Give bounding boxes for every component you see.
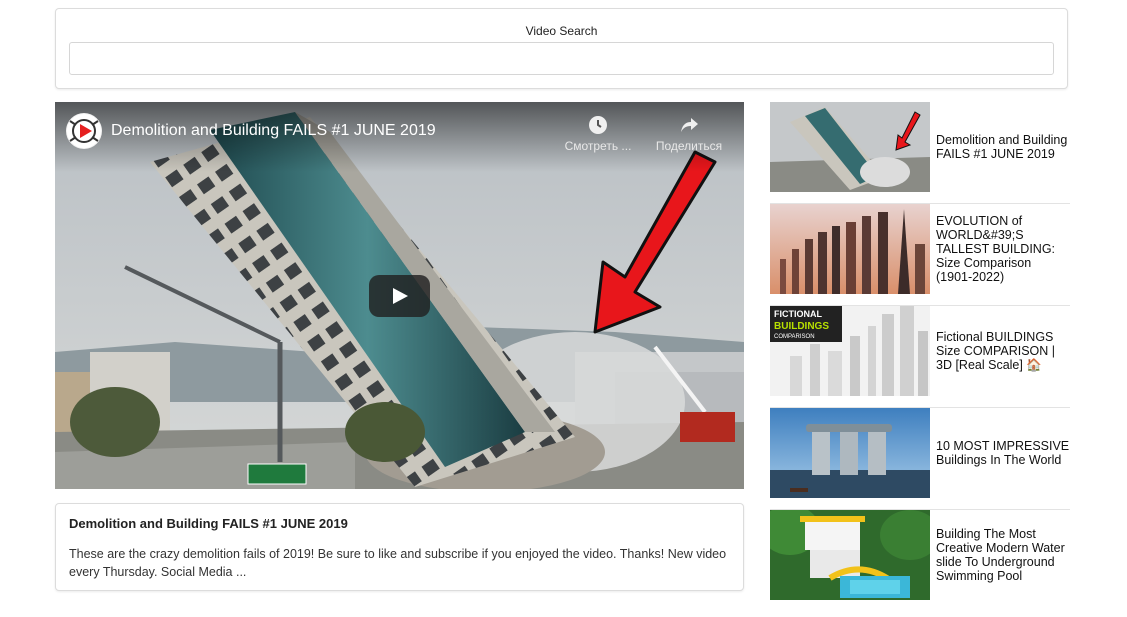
video-thumbnail[interactable]	[770, 510, 930, 600]
player-title[interactable]: Demolition and Building FAILS #1 JUNE 20…	[111, 122, 436, 140]
watch-later-button[interactable]: Смотреть ...	[558, 114, 638, 153]
thumb-text-line3: COMPARISON	[774, 334, 815, 340]
share-button[interactable]: Поделиться	[649, 114, 729, 153]
play-button[interactable]	[369, 275, 430, 317]
share-icon	[681, 118, 698, 132]
thumb-text-line1: FICTIONAL	[774, 309, 822, 319]
channel-logo-icon	[67, 114, 101, 148]
thumbnail-image	[770, 102, 930, 192]
play-icon	[393, 288, 408, 304]
thumbnail-image	[770, 510, 930, 600]
thumb-text-line2: BUILDINGS	[774, 321, 829, 332]
description-card: Demolition and Building FAILS #1 JUNE 20…	[55, 503, 744, 591]
thumbnail-image: FICTIONAL BUILDINGS COMPARISON	[770, 306, 930, 396]
thumbnail-image	[770, 204, 930, 294]
related-video-title[interactable]: 10 MOST IMPRESSIVE Buildings In The Worl…	[936, 408, 1070, 498]
search-card: Video Search	[55, 8, 1068, 89]
related-video-title[interactable]: EVOLUTION of WORLD&#39;S TALLEST BUILDIN…	[936, 204, 1070, 294]
channel-avatar[interactable]	[66, 113, 102, 149]
related-video-item[interactable]: Demolition and Building FAILS #1 JUNE 20…	[770, 102, 1070, 204]
video-thumbnail[interactable]	[770, 204, 930, 294]
share-label: Поделиться	[655, 139, 723, 153]
related-video-title[interactable]: Fictional BUILDINGS Size COMPARISON | 3D…	[936, 306, 1070, 396]
related-videos-list: Demolition and Building FAILS #1 JUNE 20…	[770, 102, 1070, 612]
related-video-item[interactable]: Building The Most Creative Modern Water …	[770, 510, 1070, 612]
search-label: Video Search	[525, 24, 598, 38]
video-player[interactable]: Demolition and Building FAILS #1 JUNE 20…	[55, 102, 744, 489]
related-video-item[interactable]: FICTIONAL BUILDINGS COMPARISON Fictional…	[770, 306, 1070, 408]
video-thumbnail[interactable]	[770, 102, 930, 192]
watch-later-label: Смотреть ...	[564, 139, 632, 153]
video-thumbnail[interactable]: FICTIONAL BUILDINGS COMPARISON	[770, 306, 930, 396]
related-video-item[interactable]: 10 MOST IMPRESSIVE Buildings In The Worl…	[770, 408, 1070, 510]
clock-icon	[589, 116, 607, 134]
search-input[interactable]	[69, 42, 1054, 75]
related-video-title[interactable]: Building The Most Creative Modern Water …	[936, 510, 1070, 600]
related-video-item[interactable]: EVOLUTION of WORLD&#39;S TALLEST BUILDIN…	[770, 204, 1070, 306]
thumbnail-image	[770, 408, 930, 498]
description-title: Demolition and Building FAILS #1 JUNE 20…	[69, 516, 348, 531]
related-video-title[interactable]: Demolition and Building FAILS #1 JUNE 20…	[936, 102, 1070, 192]
video-thumbnail[interactable]	[770, 408, 930, 498]
description-text: These are the crazy demolition fails of …	[69, 547, 727, 579]
